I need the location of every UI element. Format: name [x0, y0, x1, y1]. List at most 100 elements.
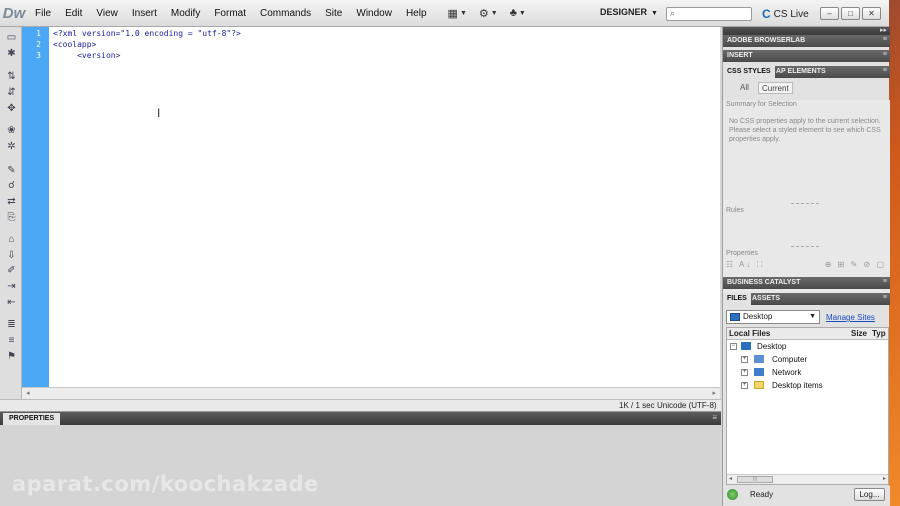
css-mode-all[interactable]: All — [737, 82, 752, 94]
code-line[interactable]: <version> — [53, 51, 120, 60]
splitter-grip[interactable] — [791, 203, 819, 204]
select-parent-icon[interactable]: ⇅ — [5, 71, 18, 82]
css-action-icons[interactable]: ⊕ ⊞ ✎ ⊘ ▢ — [825, 260, 886, 269]
move-css-icon[interactable]: ⇩ — [5, 250, 18, 261]
window-controls: – □ ✕ — [820, 7, 881, 20]
outdent-icon[interactable]: ⇤ — [5, 297, 18, 308]
tab-assets[interactable]: ASSETS — [748, 293, 784, 305]
encoding-label: Unicode (UTF-8) — [657, 401, 717, 410]
balance-braces-icon[interactable]: ⇵ — [5, 87, 18, 98]
scrollbar-thumb[interactable]: ||| — [737, 476, 773, 483]
tab-css-styles[interactable]: CSS STYLES — [723, 66, 775, 78]
status-bar: 1K / 1 sec Unicode (UTF-8) — [0, 399, 721, 411]
column-size[interactable]: Size — [851, 329, 867, 338]
scroll-left-icon[interactable]: ◂ — [729, 475, 732, 484]
search-input[interactable]: ⌕ — [666, 7, 752, 21]
scroll-right-icon[interactable]: ▸ — [883, 475, 886, 484]
expand-toggle-icon[interactable]: + — [741, 382, 748, 389]
desktop-icon — [730, 313, 740, 321]
apply-comment-icon[interactable]: ≡ — [5, 335, 18, 346]
tab-files[interactable]: FILES — [723, 293, 751, 305]
tab-ap-elements[interactable]: AP ELEMENTS — [772, 66, 830, 78]
uncomment-icon[interactable]: ⇄ — [5, 196, 18, 207]
panel-menu-icon[interactable]: ≡ — [883, 67, 887, 74]
minimize-button[interactable]: – — [820, 7, 839, 20]
tree-item-desktop[interactable]: − Desktop — [727, 341, 887, 353]
menu-window[interactable]: Window — [349, 0, 399, 27]
indent-icon[interactable]: ⇥ — [5, 281, 18, 292]
collapse-icon[interactable]: ▸▸ — [880, 26, 887, 34]
site-select[interactable]: Desktop ▼ — [726, 310, 820, 324]
tree-item-computer[interactable]: + Computer — [727, 354, 887, 366]
wrap-icon[interactable]: ❀ — [5, 125, 18, 136]
menu-view[interactable]: View — [89, 0, 125, 27]
properties-tab[interactable]: PROPERTIES — [3, 413, 61, 425]
menu-edit[interactable]: Edit — [58, 0, 89, 27]
tab-insert[interactable]: INSERT — [723, 50, 757, 62]
chevron-down-icon: ▼ — [518, 9, 526, 17]
file-management-icon[interactable]: ✱ — [5, 48, 18, 59]
workspace-switcher[interactable]: DESIGNER ▼ — [600, 7, 658, 17]
menu-help[interactable]: Help — [399, 0, 434, 27]
menu-format[interactable]: Format — [207, 0, 253, 27]
menu-insert[interactable]: Insert — [125, 0, 164, 27]
format-source-icon[interactable]: ≣ — [5, 319, 18, 330]
log-button[interactable]: Log... — [854, 488, 885, 501]
menu-bar: Dw File Edit View Insert Modify Format C… — [0, 0, 889, 27]
manage-sites-link[interactable]: Manage Sites — [826, 313, 875, 322]
panel-menu-icon[interactable]: ≡ — [712, 413, 717, 422]
snippet-icon[interactable]: ⎘ — [5, 212, 18, 223]
download-size: 1K / 1 sec — [619, 401, 655, 410]
open-documents-icon[interactable]: ▭ — [5, 32, 18, 43]
line-number: 3 — [36, 51, 41, 60]
panel-menu-icon[interactable]: ≡ — [883, 278, 887, 285]
expand-all-icon[interactable]: ✥ — [5, 103, 18, 114]
cs-live-button[interactable]: C CS Live — [762, 7, 809, 21]
tree-item-label: Computer — [772, 355, 808, 364]
properties-header — [0, 412, 721, 425]
folder-icon — [754, 381, 764, 389]
code-line[interactable]: <coolapp> — [53, 40, 96, 49]
format-icon[interactable]: ✲ — [5, 141, 18, 152]
code-line[interactable]: <?xml version="1.0 encoding = "utf-8"?> — [53, 29, 241, 38]
panel-menu-icon[interactable]: ≡ — [883, 36, 887, 43]
highlight-invalid-icon[interactable]: ✎ — [5, 165, 18, 176]
business-catalyst-header: BUSINESS CATALYST ≡ — [723, 277, 890, 289]
files-horizontal-scrollbar[interactable]: ◂ ||| ▸ — [727, 474, 888, 484]
files-status-bar: Ready Log... — [723, 486, 890, 506]
chevron-down-icon: ▼ — [809, 313, 816, 320]
cs-live-icon: C — [762, 7, 771, 21]
menu-site[interactable]: Site — [318, 0, 349, 27]
menu-commands[interactable]: Commands — [253, 0, 318, 27]
column-type[interactable]: Typ — [872, 329, 886, 338]
layout-button[interactable]: ▦ ▼ — [448, 7, 467, 20]
workspace-label: DESIGNER — [600, 7, 648, 17]
extend-button[interactable]: ⚙ ▼ — [479, 7, 498, 20]
panel-menu-icon[interactable]: ≡ — [883, 51, 887, 58]
menu-file[interactable]: File — [28, 0, 58, 27]
expand-toggle-icon[interactable]: + — [741, 356, 748, 363]
comment-icon[interactable]: ☌ — [5, 180, 18, 191]
recent-snippets-icon[interactable]: ⌂ — [5, 234, 18, 245]
code-editor[interactable]: <?xml version="1.0 encoding = "utf-8"?> … — [49, 27, 720, 387]
line-number: 1 — [36, 29, 41, 38]
expand-toggle-icon[interactable]: + — [741, 369, 748, 376]
horizontal-scrollbar[interactable]: ◂ ▸ — [22, 387, 720, 399]
close-button[interactable]: ✕ — [862, 7, 881, 20]
tree-item-network[interactable]: + Network — [727, 367, 887, 379]
panel-menu-icon[interactable]: ≡ — [883, 294, 887, 301]
maximize-button[interactable]: □ — [841, 7, 860, 20]
tab-business-catalyst[interactable]: BUSINESS CATALYST — [723, 277, 804, 289]
tree-item-desktop-items[interactable]: + Desktop items — [727, 380, 887, 392]
text-cursor-icon: I — [157, 106, 161, 120]
menu-modify[interactable]: Modify — [164, 0, 207, 27]
remove-comment-icon[interactable]: ⚑ — [5, 351, 18, 362]
app-logo: Dw — [2, 4, 26, 22]
column-local-files[interactable]: Local Files — [729, 329, 770, 338]
splitter-grip[interactable] — [791, 246, 819, 247]
tab-browserlab[interactable]: ADOBE BROWSERLAB — [723, 35, 809, 47]
css-mode-current[interactable]: Current — [758, 82, 793, 94]
site-button[interactable]: ♣ ▼ — [510, 7, 526, 19]
css-view-toggles[interactable]: ☷ A↓ ⁞⁞ — [726, 260, 765, 269]
collapse-toggle-icon[interactable]: − — [730, 343, 737, 350]
